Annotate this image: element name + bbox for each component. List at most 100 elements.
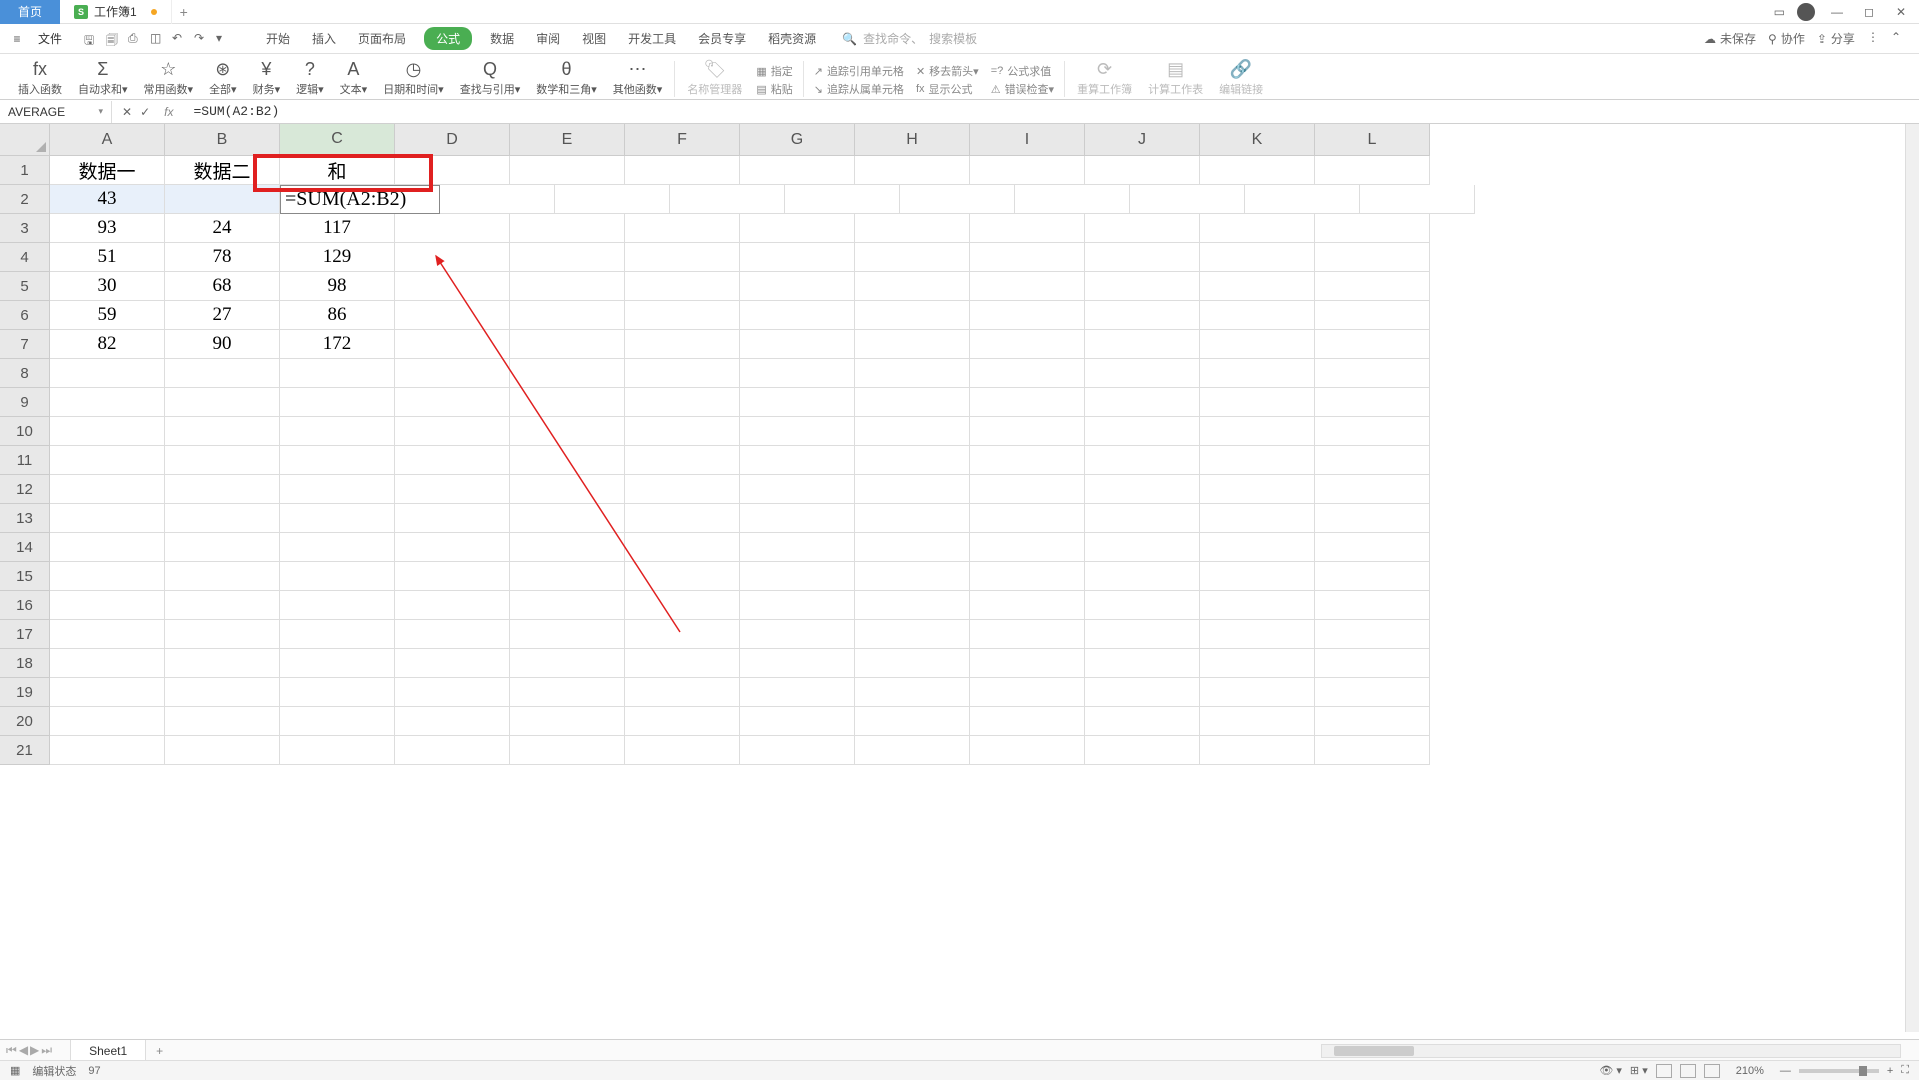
- cell-E17[interactable]: [510, 620, 625, 649]
- save-icon[interactable]: 🖫: [84, 31, 100, 47]
- cell-I2[interactable]: [1015, 185, 1130, 214]
- add-sheet-button[interactable]: +: [146, 1044, 173, 1058]
- cell-G5[interactable]: [740, 272, 855, 301]
- datetime-button[interactable]: ◷日期和时间▾: [375, 59, 452, 97]
- cell-L10[interactable]: [1315, 417, 1430, 446]
- row-header-20[interactable]: 20: [0, 707, 50, 736]
- search-box[interactable]: 🔍 查找命令、 搜索模板: [842, 30, 977, 47]
- cell-D3[interactable]: [395, 214, 510, 243]
- close-button[interactable]: ✕: [1891, 2, 1911, 22]
- col-header-C[interactable]: C: [280, 124, 395, 156]
- cell-F17[interactable]: [625, 620, 740, 649]
- options-icon[interactable]: ▦: [10, 1064, 20, 1077]
- cell-K1[interactable]: [1200, 156, 1315, 185]
- cell-D7[interactable]: [395, 330, 510, 359]
- undo-icon[interactable]: ↶: [172, 31, 188, 47]
- cell-L20[interactable]: [1315, 707, 1430, 736]
- document-tab[interactable]: S 工作簿1: [60, 0, 172, 24]
- cell-C17[interactable]: [280, 620, 395, 649]
- cell-B6[interactable]: 27: [165, 301, 280, 330]
- cell-G17[interactable]: [740, 620, 855, 649]
- cell-G15[interactable]: [740, 562, 855, 591]
- zoom-slider[interactable]: [1799, 1069, 1879, 1073]
- cell-C3[interactable]: 117: [280, 214, 395, 243]
- cell-K14[interactable]: [1200, 533, 1315, 562]
- cell-E7[interactable]: [510, 330, 625, 359]
- cell-L18[interactable]: [1315, 649, 1430, 678]
- cell-C2[interactable]: =SUM(A2:B2): [280, 185, 440, 214]
- cell-G13[interactable]: [740, 504, 855, 533]
- cell-E13[interactable]: [510, 504, 625, 533]
- cell-E16[interactable]: [510, 591, 625, 620]
- cell-J7[interactable]: [1085, 330, 1200, 359]
- cell-J9[interactable]: [1085, 388, 1200, 417]
- cell-K10[interactable]: [1200, 417, 1315, 446]
- cell-A2[interactable]: 43: [50, 185, 165, 214]
- cell-E3[interactable]: [510, 214, 625, 243]
- cell-I12[interactable]: [970, 475, 1085, 504]
- financial-button[interactable]: ¥财务▾: [245, 59, 289, 97]
- cell-D14[interactable]: [395, 533, 510, 562]
- cell-G18[interactable]: [740, 649, 855, 678]
- row-header-6[interactable]: 6: [0, 301, 50, 330]
- cell-D15[interactable]: [395, 562, 510, 591]
- cell-A16[interactable]: [50, 591, 165, 620]
- cell-H20[interactable]: [855, 707, 970, 736]
- cell-H2[interactable]: [900, 185, 1015, 214]
- cell-A13[interactable]: [50, 504, 165, 533]
- cell-H17[interactable]: [855, 620, 970, 649]
- cell-H5[interactable]: [855, 272, 970, 301]
- row-header-12[interactable]: 12: [0, 475, 50, 504]
- cell-K13[interactable]: [1200, 504, 1315, 533]
- cell-K7[interactable]: [1200, 330, 1315, 359]
- cell-H12[interactable]: [855, 475, 970, 504]
- cell-L6[interactable]: [1315, 301, 1430, 330]
- cell-F4[interactable]: [625, 243, 740, 272]
- cell-B21[interactable]: [165, 736, 280, 765]
- math-trig-button[interactable]: θ数学和三角▾: [528, 59, 605, 97]
- cell-C16[interactable]: [280, 591, 395, 620]
- cell-L14[interactable]: [1315, 533, 1430, 562]
- cell-C21[interactable]: [280, 736, 395, 765]
- cell-B9[interactable]: [165, 388, 280, 417]
- cell-J19[interactable]: [1085, 678, 1200, 707]
- cell-A4[interactable]: 51: [50, 243, 165, 272]
- cell-K8[interactable]: [1200, 359, 1315, 388]
- zoom-in-button[interactable]: +: [1887, 1065, 1893, 1077]
- cell-D2[interactable]: [440, 185, 555, 214]
- cell-B19[interactable]: [165, 678, 280, 707]
- cell-H8[interactable]: [855, 359, 970, 388]
- cell-L5[interactable]: [1315, 272, 1430, 301]
- col-header-K[interactable]: K: [1200, 124, 1315, 156]
- cell-J20[interactable]: [1085, 707, 1200, 736]
- cell-H14[interactable]: [855, 533, 970, 562]
- cell-D4[interactable]: [395, 243, 510, 272]
- cell-J17[interactable]: [1085, 620, 1200, 649]
- cell-K3[interactable]: [1200, 214, 1315, 243]
- cell-F9[interactable]: [625, 388, 740, 417]
- cell-C7[interactable]: 172: [280, 330, 395, 359]
- cell-A3[interactable]: 93: [50, 214, 165, 243]
- common-functions-button[interactable]: ☆常用函数▾: [136, 59, 202, 97]
- tab-start[interactable]: 开始: [262, 27, 294, 50]
- cell-E6[interactable]: [510, 301, 625, 330]
- tab-data[interactable]: 数据: [486, 27, 518, 50]
- cell-I14[interactable]: [970, 533, 1085, 562]
- row-header-11[interactable]: 11: [0, 446, 50, 475]
- redo-icon[interactable]: ↷: [194, 31, 210, 47]
- lookup-button[interactable]: Q查找与引用▾: [452, 59, 529, 97]
- cell-E14[interactable]: [510, 533, 625, 562]
- cell-A19[interactable]: [50, 678, 165, 707]
- cell-J2[interactable]: [1130, 185, 1245, 214]
- home-tab[interactable]: 首页: [0, 0, 60, 24]
- cell-J1[interactable]: [1085, 156, 1200, 185]
- eye-icon[interactable]: 👁 ▾: [1599, 1064, 1622, 1077]
- cell-I15[interactable]: [970, 562, 1085, 591]
- cell-L15[interactable]: [1315, 562, 1430, 591]
- cell-I4[interactable]: [970, 243, 1085, 272]
- cell-I19[interactable]: [970, 678, 1085, 707]
- cell-C11[interactable]: [280, 446, 395, 475]
- cell-I18[interactable]: [970, 649, 1085, 678]
- cell-A14[interactable]: [50, 533, 165, 562]
- cell-K18[interactable]: [1200, 649, 1315, 678]
